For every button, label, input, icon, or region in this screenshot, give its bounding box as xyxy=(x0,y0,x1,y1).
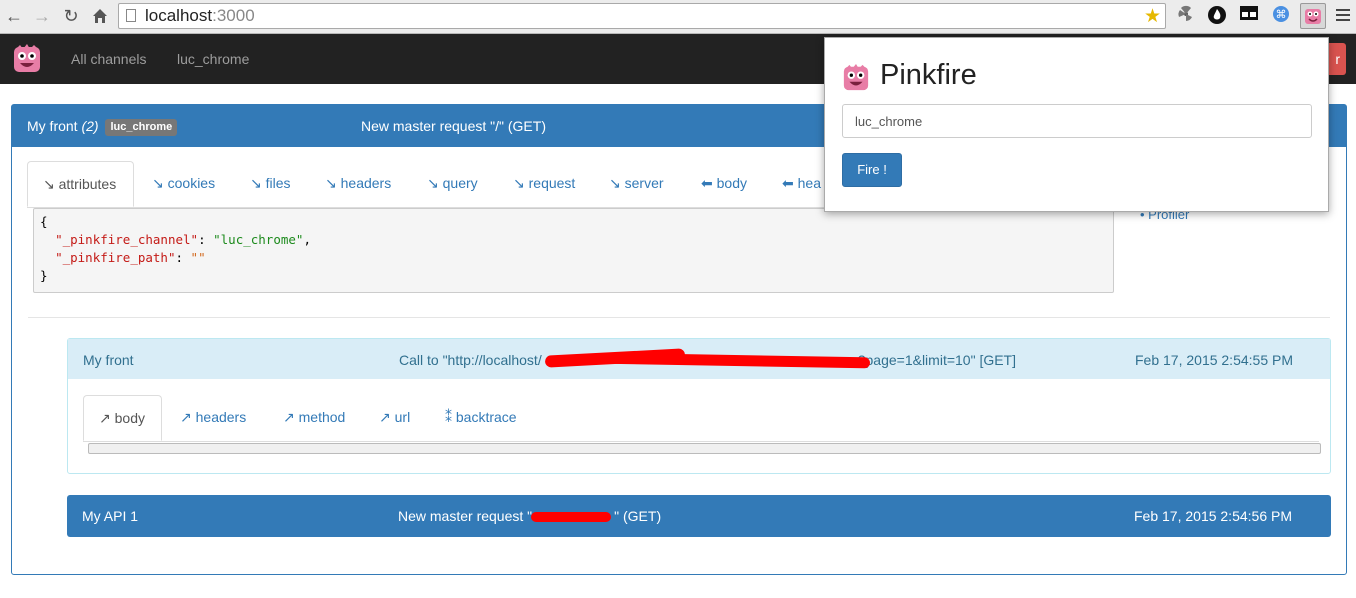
sub-request-timestamp: Feb 17, 2015 2:54:55 PM xyxy=(1135,352,1293,368)
channel-badge: luc_chrome xyxy=(105,119,178,136)
tab-backtrace[interactable]: ⁑ backtrace xyxy=(445,395,517,441)
home-icon[interactable] xyxy=(88,3,112,29)
address-bar[interactable]: localhost:3000 ★ xyxy=(118,3,1166,29)
tab-response-body[interactable]: ⬅ body xyxy=(701,161,747,207)
api-request-title: My API 1 xyxy=(82,508,139,524)
redaction-mark xyxy=(531,512,611,522)
api-request-timestamp: Feb 17, 2015 2:54:56 PM xyxy=(1134,508,1292,524)
tab-attributes[interactable]: ↘ attributes xyxy=(27,161,134,207)
fire-extension-icon[interactable] xyxy=(1206,5,1228,27)
pinkfire-extension-icon[interactable] xyxy=(1300,3,1326,29)
reload-icon[interactable]: ↻ xyxy=(59,3,83,29)
url-text: localhost:3000 xyxy=(145,6,255,25)
attributes-json: { "_pinkfire_channel": "luc_chrome", "_p… xyxy=(33,208,1114,293)
command-extension-icon[interactable]: ⌘ xyxy=(1270,5,1292,27)
tab-url[interactable]: ↗ url xyxy=(379,395,410,441)
browser-menu-icon[interactable] xyxy=(1336,6,1350,24)
api-request-panel[interactable]: My API 1 New master request " " (GET) Feb… xyxy=(67,495,1331,537)
api-request-text: New master request " " (GET) xyxy=(398,508,662,524)
master-title: My front (2) luc_chrome xyxy=(27,118,178,136)
pinkfire-logo[interactable] xyxy=(12,44,42,77)
divider xyxy=(28,317,1330,318)
tab-method[interactable]: ↗ method xyxy=(283,395,345,441)
tab-files[interactable]: ↘ files xyxy=(250,161,291,207)
svg-text:⌘: ⌘ xyxy=(1276,8,1287,21)
tab-body[interactable]: ↗ body xyxy=(83,395,162,441)
tab-request[interactable]: ↘ request xyxy=(513,161,575,207)
tab-cookies[interactable]: ↘ cookies xyxy=(152,161,215,207)
tab-response-headers[interactable]: ⬅ hea xyxy=(782,161,821,207)
channel-input[interactable] xyxy=(842,104,1312,138)
tab-server[interactable]: ↘ server xyxy=(609,161,664,207)
nav-channel-luc-chrome[interactable]: luc_chrome xyxy=(177,51,249,67)
body-content-box[interactable] xyxy=(88,443,1321,454)
radiation-extension-icon[interactable] xyxy=(1175,5,1197,27)
tab-headers[interactable]: ↘ headers xyxy=(325,161,391,207)
popup-title: Pinkfire xyxy=(880,59,977,91)
pinkfire-popup-logo xyxy=(842,64,870,95)
browser-toolbar: ← → ↻ localhost:3000 ★ ⌘ xyxy=(0,0,1356,34)
pinkfire-popup: Pinkfire Fire ! xyxy=(824,37,1329,212)
back-arrow-icon[interactable]: ← xyxy=(2,3,26,29)
bookmark-star-icon[interactable]: ★ xyxy=(1144,5,1161,28)
forward-arrow-icon[interactable]: → xyxy=(30,3,54,29)
tab-query[interactable]: ↘ query xyxy=(427,161,478,207)
glasses-extension-icon[interactable] xyxy=(1238,5,1260,27)
page-icon xyxy=(126,9,136,22)
tab-headers[interactable]: ↗ headers xyxy=(180,395,246,441)
sub-request-title: My front xyxy=(83,352,134,368)
master-request-text: New master request "/" (GET) xyxy=(361,118,546,134)
nav-all-channels[interactable]: All channels xyxy=(71,51,147,67)
fire-button[interactable]: Fire ! xyxy=(842,153,902,187)
sub-request-tabs: ↗ body ↗ headers ↗ method ↗ url ⁑ backtr… xyxy=(83,395,1319,442)
